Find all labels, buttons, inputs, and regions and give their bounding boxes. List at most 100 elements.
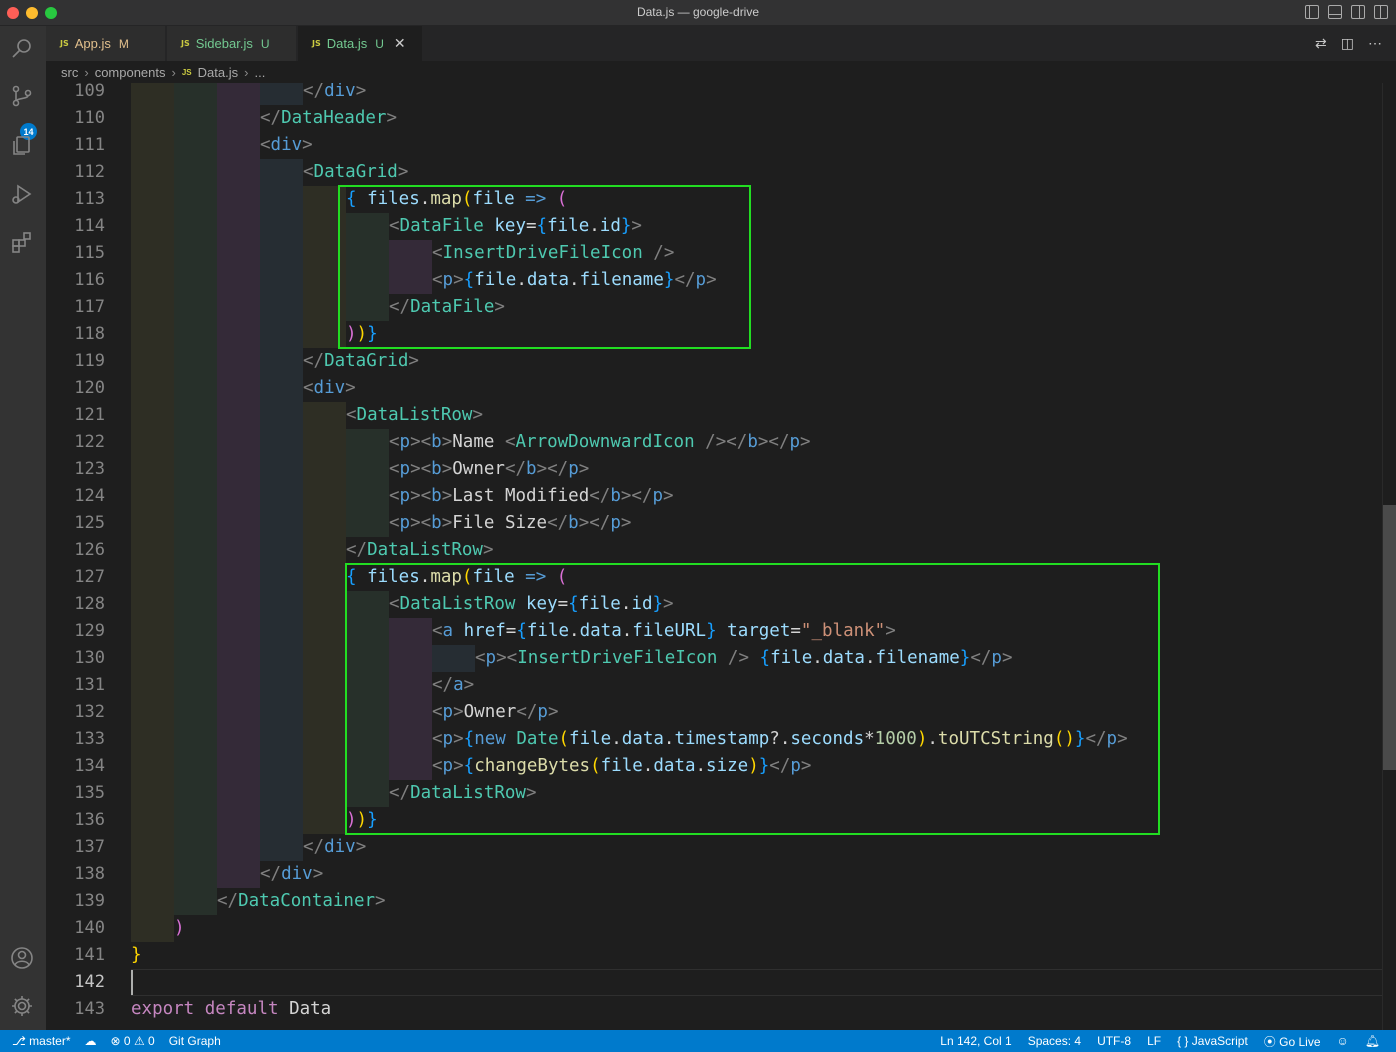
code-line[interactable]: 128 <DataListRow key={file.id}> [46,591,1382,618]
code-text: { files.map(file => ( [346,189,568,209]
explorer-search-icon[interactable] [8,34,36,62]
code-line[interactable]: 111 <div> [46,132,1382,159]
breadcrumb-components[interactable]: components [95,65,166,80]
code-line[interactable]: 139 </DataContainer> [46,888,1382,915]
activity-bar: 14 [0,26,46,1030]
indentation[interactable]: Spaces: 4 [1028,1034,1081,1048]
title-bar: Data.js — google-drive [0,0,1396,26]
more-actions-icon[interactable]: ⋯ [1368,35,1382,52]
code-line[interactable]: 136))} [46,807,1382,834]
breadcrumb-symbols[interactable]: ... [254,65,265,80]
account-icon[interactable] [8,944,36,972]
sync-icon[interactable]: ☁ [85,1034,97,1048]
code-line[interactable]: 110 </DataHeader> [46,105,1382,132]
code-text: </div> [260,864,324,884]
code-text: ))} [346,324,378,344]
code-line[interactable]: 129 <a href={file.data.fileURL} target="_… [46,618,1382,645]
language-label: JavaScript [1191,1034,1248,1048]
indent-guide [303,753,346,780]
code-line[interactable]: 133 <p>{new Date(file.data.timestamp?.sec… [46,726,1382,753]
indent-guide [389,753,432,780]
code-text: <p><b>File Size</b></p> [389,513,632,533]
explorer-files-icon[interactable] [8,132,36,160]
code-line[interactable]: 143 export default Data [46,996,1382,1023]
close-tab-icon[interactable]: ✕ [394,35,406,52]
indent-guide [260,672,303,699]
code-line[interactable]: 123 <p><b>Owner</b></p> [46,456,1382,483]
code-line[interactable]: 126 </DataListRow> [46,537,1382,564]
cursor-position[interactable]: Ln 142, Col 1 [940,1034,1011,1048]
customize-layout-icon[interactable] [1374,5,1388,19]
code-line[interactable]: 127 { files.map(file => ( [46,564,1382,591]
code-line[interactable]: 114 <DataFile key={file.id}> [46,213,1382,240]
notifications-bell-icon[interactable]: 🔔︎ [1365,1034,1380,1048]
problems-indicator[interactable]: ⊗ 0 ⚠ 0 [111,1034,155,1048]
code-text: </a> [432,675,475,695]
source-control-icon[interactable] [8,82,36,110]
split-editor-icon[interactable]: ◫ [1341,35,1354,52]
indent-guide [260,294,303,321]
code-line[interactable]: 141} [46,942,1382,969]
line-number: 142 [74,972,105,992]
indent-guide [131,267,174,294]
code-line[interactable]: 113 { files.map(file => ( [46,186,1382,213]
extensions-icon[interactable] [8,228,36,256]
code-line[interactable]: 130 <p><InsertDriveFileIcon /> {file.data… [46,645,1382,672]
code-line[interactable]: 121 <DataListRow> [46,402,1382,429]
end-of-line[interactable]: LF [1147,1034,1161,1048]
encoding[interactable]: UTF-8 [1097,1034,1131,1048]
code-line[interactable]: 116 <p>{file.data.filename}</p> [46,267,1382,294]
code-line[interactable]: 137 </div> [46,834,1382,861]
code-line[interactable]: 109 </div> [46,83,1382,105]
code-text: <DataListRow key={file.id}> [389,594,674,614]
indent-guide [131,132,174,159]
settings-gear-icon[interactable] [8,992,36,1020]
tab-data-js[interactable]: JS Data.js U ✕ [298,26,422,61]
code-line[interactable]: 117 </DataFile> [46,294,1382,321]
indent-guide [260,834,303,861]
breadcrumb-file[interactable]: Data.js [198,65,238,80]
code-text: </div> [303,83,367,101]
code-line[interactable]: 134 <p>{changeBytes(file.data.size)}</p> [46,753,1382,780]
code-line[interactable]: 135 </DataListRow> [46,780,1382,807]
code-text: <div> [260,135,313,155]
code-line[interactable]: 124 <p><b>Last Modified</b></p> [46,483,1382,510]
line-number: 133 [74,729,105,749]
indent-guide [131,753,174,780]
code-line[interactable]: 119 </DataGrid> [46,348,1382,375]
indent-guide [303,402,346,429]
toggle-panel-icon[interactable] [1328,5,1342,19]
code-line[interactable]: 115 <InsertDriveFileIcon /> [46,240,1382,267]
code-line[interactable]: 138 </div> [46,861,1382,888]
tab-sidebar-js[interactable]: JS Sidebar.js U [167,26,297,61]
git-graph-button[interactable]: Git Graph [169,1034,221,1048]
run-debug-icon[interactable] [8,180,36,208]
indent-guide [260,213,303,240]
indent-guide [303,780,346,807]
toggle-sidebar-icon[interactable] [1305,5,1319,19]
breadcrumb-src[interactable]: src [61,65,78,80]
code-line[interactable]: 131 </a> [46,672,1382,699]
code-line[interactable]: 112 <DataGrid> [46,159,1382,186]
code-line[interactable]: 142 [46,969,1382,996]
breadcrumb: src › components › JS Data.js › ... [46,61,1396,83]
indent-guide [217,83,260,105]
open-changes-icon[interactable]: ⇄ [1315,35,1327,52]
code-line[interactable]: 118))} [46,321,1382,348]
code-line[interactable]: 132 <p>Owner</p> [46,699,1382,726]
indent-guide [303,537,346,564]
code-line[interactable]: 140) [46,915,1382,942]
go-live-button[interactable]: ⦿ Go Live [1264,1033,1321,1050]
language-mode[interactable]: { } JavaScript [1177,1034,1248,1048]
branch-indicator[interactable]: ⎇ master* [12,1034,71,1048]
code-line[interactable]: 125 <p><b>File Size</b></p> [46,510,1382,537]
tab-app-js[interactable]: JS App.js M [46,26,166,61]
code-line[interactable]: 120 <div> [46,375,1382,402]
line-number: 138 [74,864,105,884]
toggle-secondary-sidebar-icon[interactable] [1351,5,1365,19]
editor-scrollbar-thumb[interactable] [1383,505,1396,770]
feedback-icon[interactable]: ☺ [1337,1034,1349,1048]
code-editor[interactable]: 109 </div> 110 </DataHeader> 111 <div> 112 <Dat… [46,83,1382,1030]
code-line[interactable]: 122 <p><b>Name <ArrowDownwardIcon /></b><… [46,429,1382,456]
indent-guide [131,780,174,807]
